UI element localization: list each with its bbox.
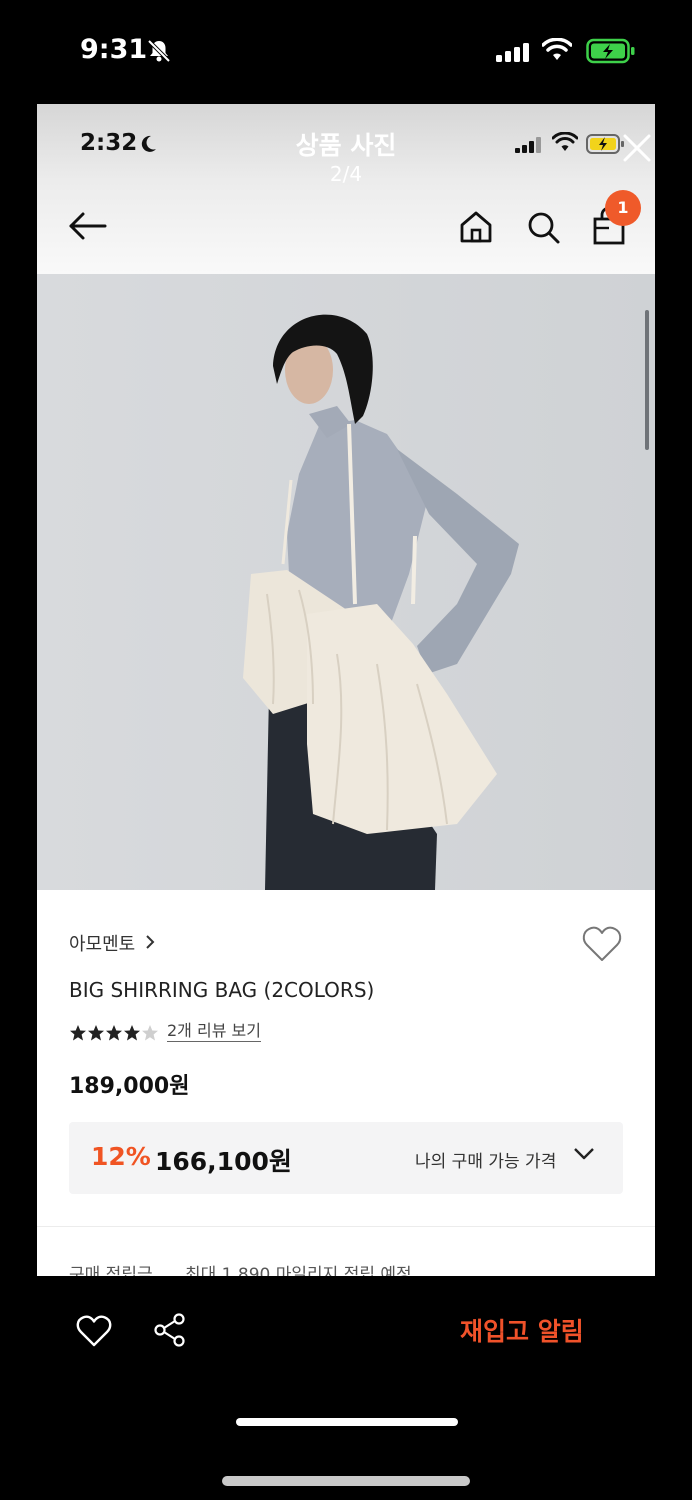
image-counter: 2/4 [329, 162, 363, 186]
wishlist-heart-button[interactable] [581, 924, 623, 964]
points-value: 최대 1,890 마일리지 적립 예정 [185, 1265, 412, 1276]
cart-count-badge: 1 [605, 190, 641, 226]
search-button[interactable] [524, 208, 562, 246]
discount-price-box[interactable]: 12% 166,100원 나의 구매 가능 가격 [69, 1122, 623, 1194]
scrollbar-thumb[interactable] [645, 310, 649, 450]
product-photo[interactable] [37, 274, 655, 890]
chevron-down-icon [573, 1146, 595, 1165]
search-icon [528, 212, 560, 244]
outer-home-indicator[interactable] [222, 1476, 470, 1486]
product-screenshot-card: 2:32 상품 사진 2/4 1 아모멘토 BIG SHIRRING BAG (… [37, 104, 655, 1276]
restock-alert-button[interactable]: 재입고 알림 [460, 1312, 584, 1348]
brand-link[interactable]: 아모멘토 [69, 930, 135, 956]
product-name: BIG SHIRRING BAG (2COLORS) [69, 978, 375, 1002]
rating-stars [69, 1024, 161, 1046]
viewer-title: 상품 사진 [295, 131, 397, 160]
home-button[interactable] [457, 208, 495, 246]
inner-header: 2:32 상품 사진 2/4 1 [37, 104, 655, 274]
close-viewer-button[interactable] [619, 130, 655, 166]
bell-muted-icon [146, 38, 172, 68]
share-icon [154, 1313, 185, 1347]
wifi-icon [541, 37, 573, 66]
os-clock: 9:31 [80, 34, 148, 65]
like-button[interactable] [76, 1314, 112, 1348]
home-indicator[interactable] [236, 1418, 458, 1426]
cellular-signal-icon [496, 42, 530, 66]
close-icon [623, 134, 651, 162]
os-status-bar: 9:31 [0, 0, 692, 104]
my-price-label: 나의 구매 가능 가격 [415, 1152, 557, 1172]
share-button[interactable] [152, 1312, 188, 1348]
battery-charging-icon [586, 38, 636, 68]
points-label: 구매 적립금 [69, 1265, 153, 1276]
home-icon [460, 211, 492, 243]
heart-icon [76, 1315, 112, 1347]
heart-icon [582, 926, 622, 961]
chevron-right-icon [145, 934, 155, 954]
section-divider [37, 1226, 655, 1227]
review-link[interactable]: 2개 리뷰 보기 [167, 1021, 261, 1042]
discount-rate: 12% [91, 1142, 151, 1171]
back-button[interactable] [67, 208, 109, 244]
discount-price: 166,100원 [155, 1147, 292, 1176]
arrow-left-icon [69, 212, 107, 240]
original-price: 189,000원 [69, 1074, 190, 1099]
